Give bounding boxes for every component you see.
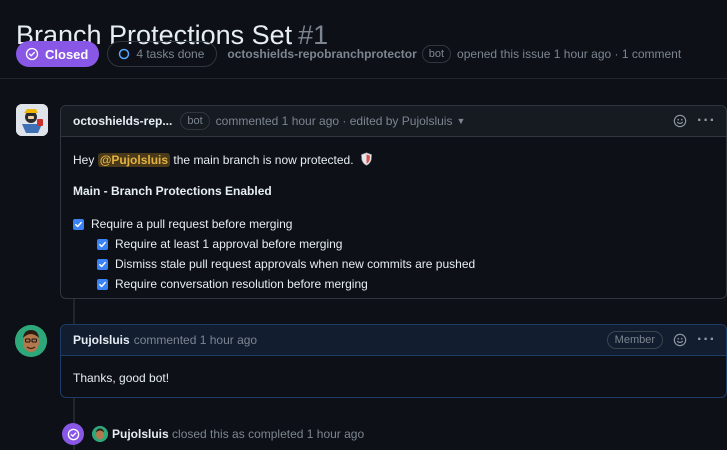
comment-text: Thanks, good bot! (73, 371, 170, 385)
check-icon (99, 241, 106, 247)
checkbox-checked[interactable] (97, 238, 108, 250)
user-avatar-icon (15, 325, 47, 357)
comment-user: Pujolsluis commented 1 hour ago Member ·… (60, 324, 727, 398)
checklist-item-label: Dismiss stale pull request approvals whe… (115, 257, 476, 271)
closed-check-icon (67, 428, 79, 440)
bot-avatar[interactable] (16, 104, 48, 136)
comment-meta[interactable]: commented 1 hour ago (134, 333, 257, 347)
comment-body: Hey @Pujolsluis the main branch is now p… (61, 137, 726, 306)
greeting-line: Hey @Pujolsluis the main branch is now p… (73, 152, 714, 167)
comment-actions: ··· (673, 106, 716, 136)
user-mention[interactable]: @Pujolsluis (97, 153, 171, 167)
checklist-item: Require a pull request before merging (73, 214, 714, 234)
edit-history-chevron-icon[interactable]: ▼ (456, 116, 465, 126)
shield-icon (360, 152, 372, 166)
member-label: Member (606, 331, 664, 349)
task-progress-icon (119, 48, 130, 60)
tasks-label: 4 tasks done (136, 47, 205, 61)
event-description: closed this as completed 1 hour ago (172, 427, 365, 441)
closed-event: Pujolsluis closed this as completed 1 ho… (62, 423, 364, 445)
user-avatar[interactable] (15, 325, 47, 357)
comment-body: Thanks, good bot! (61, 356, 726, 397)
checkbox-checked[interactable] (97, 278, 108, 290)
event-text: Pujolsluis closed this as completed 1 ho… (112, 427, 364, 441)
comment-bot: octoshields-rep... bot commented 1 hour … (60, 105, 727, 299)
comment-meta[interactable]: commented 1 hour ago · edited by Pujolsl… (216, 114, 453, 128)
protections-checklist: Require a pull request before merging Re… (73, 214, 714, 294)
check-icon (99, 281, 106, 287)
comment-author[interactable]: octoshields-rep... (73, 114, 172, 128)
checklist-item: Dismiss stale pull request approvals whe… (73, 254, 714, 274)
comment-author[interactable]: Pujolsluis (73, 333, 130, 347)
issue-meta: Closed 4 tasks done octoshields-repobran… (16, 41, 681, 67)
state-label: Closed (45, 46, 89, 62)
event-actor[interactable]: Pujolsluis (112, 427, 169, 441)
checklist-item-label: Require conversation resolution before m… (115, 277, 368, 291)
checklist-item-label: Require at least 1 approval before mergi… (115, 237, 343, 251)
opener-link[interactable]: octoshields-repobranchprotector (227, 47, 416, 61)
comment-header: Pujolsluis commented 1 hour ago Member ·… (61, 325, 726, 356)
kebab-horizontal-icon[interactable]: ··· (697, 112, 716, 130)
comment-header: octoshields-rep... bot commented 1 hour … (61, 106, 726, 137)
checklist-item: Require conversation resolution before m… (73, 274, 714, 294)
bot-label: bot (421, 45, 452, 63)
greeting-suffix: the main branch is now protected. (173, 153, 354, 167)
smiley-icon[interactable] (673, 114, 687, 128)
checkbox-checked[interactable] (97, 258, 108, 270)
checkbox-checked[interactable] (73, 218, 84, 230)
user-avatar-icon (92, 426, 108, 442)
check-icon (99, 261, 106, 267)
check-icon (75, 221, 82, 227)
tasks-progress[interactable]: 4 tasks done (107, 41, 218, 67)
checklist-item: Require at least 1 approval before mergi… (73, 234, 714, 254)
smiley-icon[interactable] (673, 333, 687, 347)
header-divider (0, 78, 727, 79)
checklist-item-label: Require a pull request before merging (91, 217, 293, 231)
state-badge: Closed (16, 41, 100, 67)
comment-actions: Member ··· (606, 325, 716, 355)
kebab-horizontal-icon[interactable]: ··· (697, 331, 716, 349)
issue-closed-icon (25, 47, 39, 61)
issue-closed-icon (62, 423, 84, 445)
bot-label: bot (180, 112, 210, 130)
protections-heading: Main - Branch Protections Enabled (73, 184, 272, 198)
event-actor-avatar[interactable] (92, 426, 108, 442)
octocat-avatar-icon (16, 104, 48, 136)
opened-text: opened this issue 1 hour ago · 1 comment (457, 47, 682, 61)
greeting-prefix: Hey (73, 153, 95, 167)
